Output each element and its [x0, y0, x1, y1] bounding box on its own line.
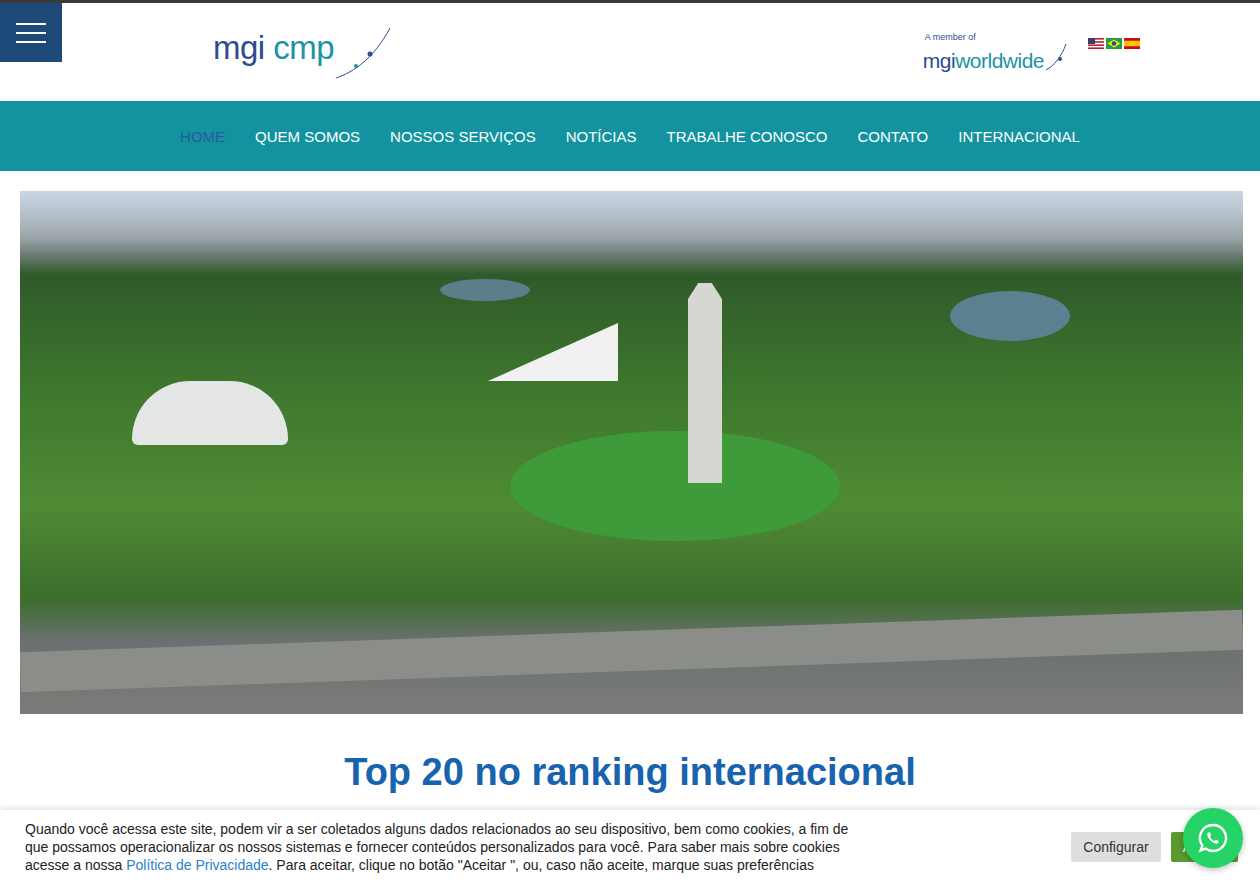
- nav-item[interactable]: QUEM SOMOS: [255, 122, 360, 151]
- cookie-text: Quando você acessa este site, podem vir …: [25, 820, 875, 874]
- member-part: mgi: [923, 49, 955, 72]
- logo-part: mgi: [213, 29, 265, 66]
- brazil-flag-icon[interactable]: [1106, 38, 1122, 49]
- whatsapp-icon: [1197, 822, 1229, 854]
- swoosh-icon: [334, 22, 394, 82]
- cookie-banner: Quando você acessa este site, podem vir …: [0, 810, 1260, 884]
- main-nav: HOME QUEM SOMOS NOSSOS SERVIÇOS NOTÍCIAS TRA…: [0, 101, 1260, 171]
- member-caption: A member of: [925, 32, 1068, 42]
- cookie-text-part: . Para aceitar, clique no botão "Aceitar…: [269, 857, 814, 873]
- member-logo[interactable]: A member of mgiworldwide: [923, 32, 1068, 72]
- header-right: A member of mgiworldwide: [923, 32, 1140, 72]
- top-border: [0, 0, 1260, 3]
- section-heading: Top 20 no ranking internacional: [0, 750, 1260, 796]
- nav-item[interactable]: CONTATO: [857, 122, 928, 151]
- member-part: worldwide: [955, 49, 1044, 72]
- site-header: mgi cmpA member ofmgiworldwide: [0, 3, 1260, 101]
- nav-item[interactable]: NOSSOS SERVIÇOS: [390, 122, 536, 151]
- nav-item[interactable]: TRABALHE CONOSCO: [667, 122, 828, 151]
- configure-button[interactable]: Configurar: [1071, 832, 1160, 862]
- logo-text: mgi cmp: [213, 31, 334, 82]
- spain-flag-icon[interactable]: [1124, 38, 1140, 49]
- member-name: mgiworldwide: [923, 50, 1044, 72]
- whatsapp-button[interactable]: [1183, 808, 1243, 868]
- us-flag-icon[interactable]: [1088, 38, 1104, 49]
- hero-image: [20, 191, 1243, 714]
- site-logo[interactable]: mgi cmp: [213, 22, 394, 82]
- logo-part: cmp: [273, 29, 334, 66]
- member-row: mgiworldwide: [923, 42, 1068, 72]
- language-flags: [1088, 38, 1140, 49]
- nav-item[interactable]: INTERNACIONAL: [958, 122, 1080, 151]
- privacy-link[interactable]: Política de Privacidade: [126, 857, 268, 873]
- nav-item[interactable]: NOTÍCIAS: [566, 122, 637, 151]
- nav-item[interactable]: HOME: [180, 122, 225, 151]
- menu-icon[interactable]: [0, 3, 62, 62]
- swoosh-icon: [1044, 42, 1068, 72]
